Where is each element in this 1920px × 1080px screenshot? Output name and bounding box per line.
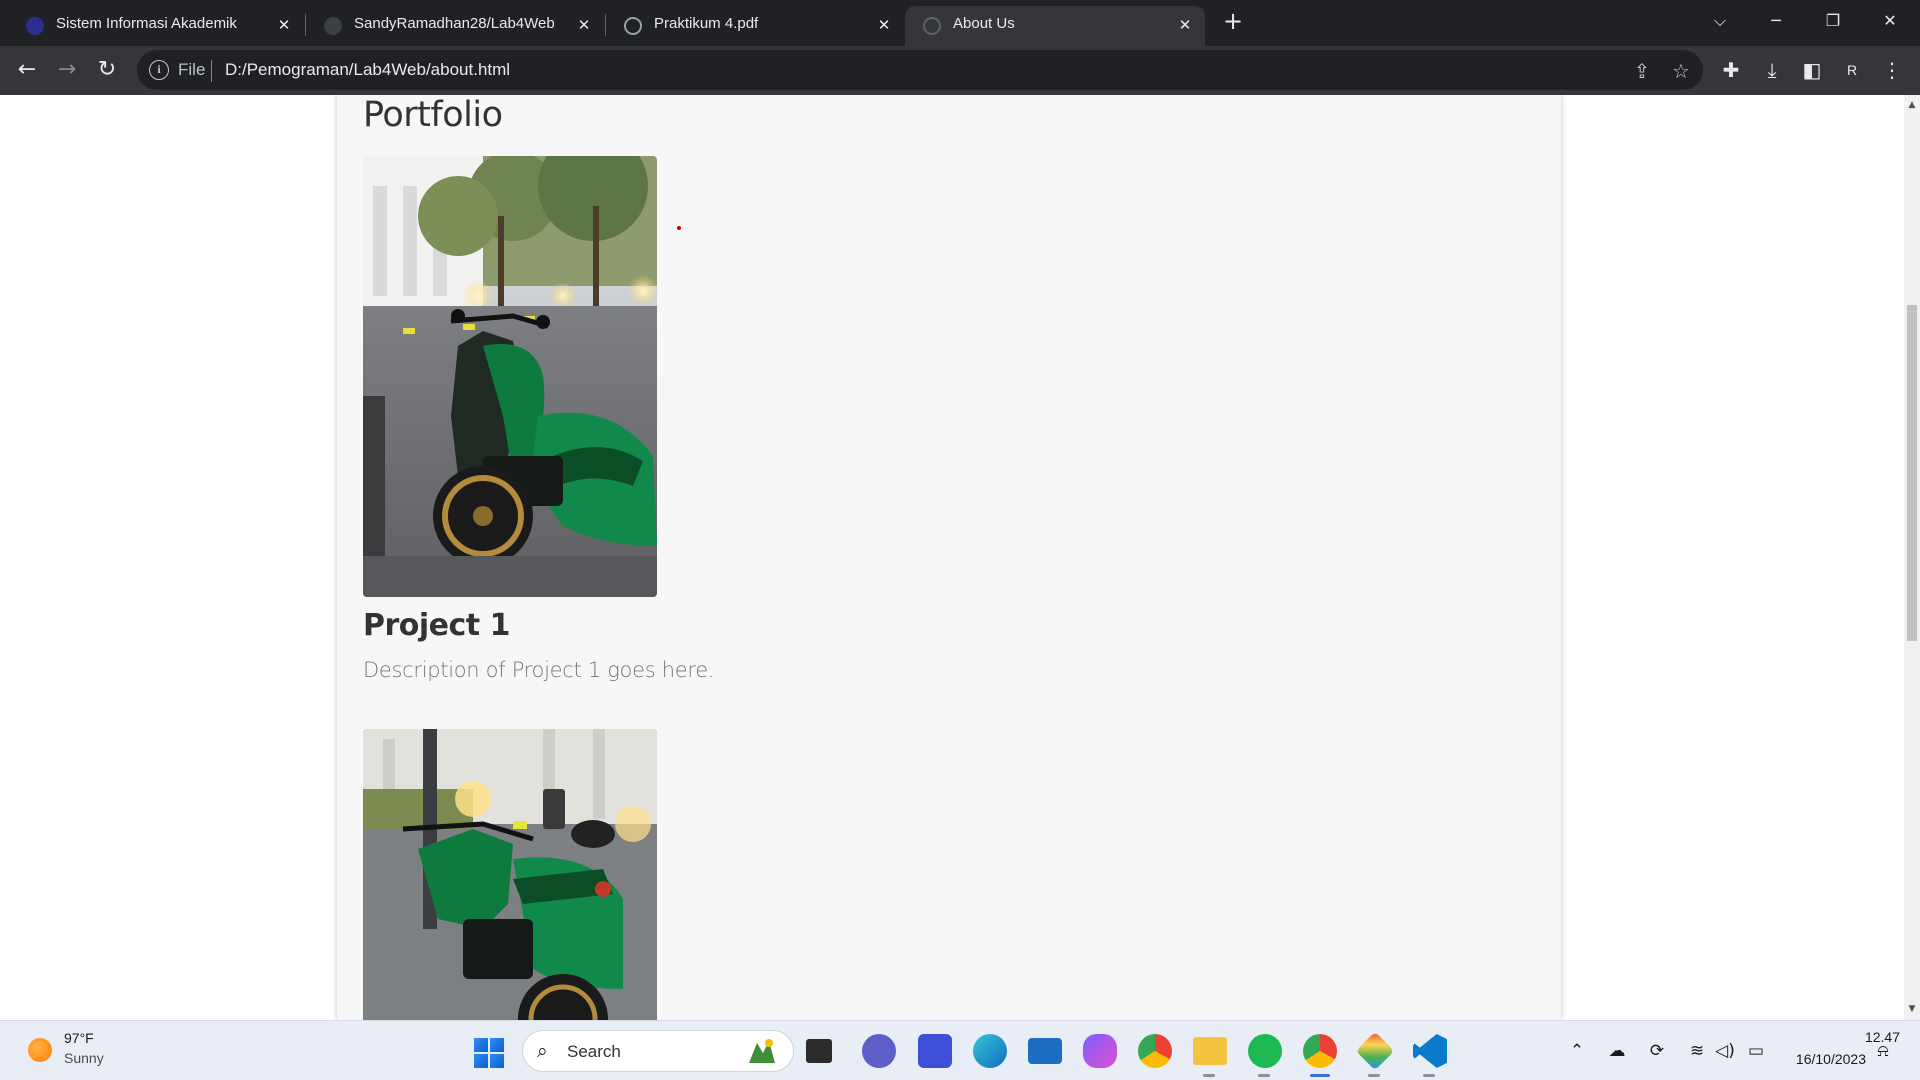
reload-icon[interactable]: ↻ <box>92 55 122 85</box>
project-description: Description of Project 1 goes here. <box>363 658 715 682</box>
address-url[interactable]: D:/Pemograman/Lab4Web/about.html <box>225 60 510 80</box>
spotify-icon[interactable] <box>1248 1034 1282 1068</box>
notification-bell-icon[interactable]: ⍾ <box>1872 1040 1894 1062</box>
back-icon[interactable]: ← <box>12 55 42 85</box>
tab-praktikum-pdf[interactable]: Praktikum 4.pdf ✕ <box>606 6 904 46</box>
portfolio-section: Portfolio Project 1 Description of Proje… <box>337 95 1561 1020</box>
running-indicator <box>1423 1074 1435 1077</box>
minimize-icon[interactable]: ─ <box>1756 6 1796 36</box>
page-title: Portfolio <box>363 95 503 135</box>
close-icon[interactable]: ✕ <box>574 15 594 35</box>
close-icon[interactable]: ✕ <box>1175 15 1195 35</box>
share-icon[interactable]: ⇪ <box>1629 58 1655 84</box>
profile-avatar[interactable]: R <box>1839 57 1865 83</box>
address-bar[interactable]: i File D:/Pemograman/Lab4Web/about.html … <box>137 50 1703 90</box>
scroll-down-arrow-icon[interactable]: ▼ <box>1904 1001 1920 1018</box>
onedrive-cloud-icon[interactable]: ☁ <box>1606 1040 1628 1062</box>
menu-kebab-icon[interactable]: ⋮ <box>1878 56 1906 84</box>
running-indicator <box>1368 1074 1380 1077</box>
tab-search-chevron-icon[interactable]: ⌵ <box>1700 6 1740 36</box>
tray-overflow-chevron-icon[interactable]: ⌃ <box>1566 1040 1588 1062</box>
copilot-icon[interactable] <box>1083 1034 1117 1068</box>
tab-about-us[interactable]: About Us ✕ <box>905 6 1205 46</box>
bookmark-star-icon[interactable]: ☆ <box>1668 58 1694 84</box>
restore-icon[interactable]: ❐ <box>1813 6 1853 36</box>
project-1-image <box>363 156 657 597</box>
sun-icon <box>28 1038 52 1062</box>
window-close-icon[interactable]: ✕ <box>1870 6 1910 36</box>
teams-chat-icon[interactable] <box>862 1034 896 1068</box>
search-icon: ⌕ <box>537 1040 548 1062</box>
wifi-icon[interactable]: ≋ <box>1686 1040 1708 1062</box>
search-highlight-icon <box>749 1039 775 1063</box>
tab-title: About Us <box>953 15 1015 32</box>
tab-github-repo[interactable]: SandyRamadhan28/Lab4Web ✕ <box>306 6 604 46</box>
campus-icon <box>26 17 44 35</box>
info-icon[interactable]: i <box>149 60 169 80</box>
globe-icon <box>624 17 642 35</box>
edge-browser-icon[interactable] <box>973 1034 1007 1068</box>
volume-icon[interactable]: ◁) <box>1714 1040 1736 1062</box>
new-tab-button[interactable]: + <box>1222 8 1244 34</box>
forward-icon[interactable]: → <box>52 55 82 85</box>
windows-taskbar: 97°F Sunny ⌕ Search ⌃ ☁ ⟳ ≋ ◁) ▭ 12.47 1… <box>0 1020 1920 1080</box>
github-icon <box>324 17 342 35</box>
side-panel-icon[interactable]: ◧ <box>1798 56 1826 84</box>
project-2-image <box>363 729 657 1020</box>
project-title: Project 1 <box>363 608 510 643</box>
address-scheme-label: File <box>178 60 206 79</box>
tab-title: Praktikum 4.pdf <box>654 15 759 32</box>
address-divider <box>211 60 212 82</box>
running-indicator <box>1203 1074 1215 1077</box>
weather-condition: Sunny <box>64 1050 104 1066</box>
red-dot-marker <box>677 226 681 230</box>
tab-sistem-informasi-akademik[interactable]: Sistem Informasi Akademik ✕ <box>8 6 304 46</box>
taskbar-search[interactable]: ⌕ Search <box>522 1030 794 1072</box>
download-icon[interactable]: ⤓ <box>1758 56 1786 84</box>
task-view-icon[interactable] <box>806 1039 832 1063</box>
running-indicator <box>1258 1074 1270 1077</box>
tab-title: SandyRamadhan28/Lab4Web <box>354 15 555 32</box>
extensions-icon[interactable]: ✚ <box>1717 56 1745 84</box>
page-viewport: Portfolio Project 1 Description of Proje… <box>0 95 1904 1020</box>
browser-tabstrip: Sistem Informasi Akademik ✕ SandyRamadha… <box>0 0 1920 46</box>
tab-title: Sistem Informasi Akademik <box>56 15 237 32</box>
windows-start-icon[interactable] <box>474 1038 504 1068</box>
scroll-thumb[interactable] <box>1907 305 1917 641</box>
mail-icon[interactable] <box>1028 1038 1062 1064</box>
git-tool-icon[interactable] <box>1355 1031 1395 1071</box>
scroll-up-arrow-icon[interactable]: ▲ <box>1904 97 1920 114</box>
file-explorer-icon[interactable] <box>1193 1037 1227 1065</box>
vscode-icon[interactable] <box>1413 1034 1447 1068</box>
weather-temperature: 97°F <box>64 1030 94 1046</box>
battery-icon[interactable]: ▭ <box>1745 1040 1767 1062</box>
clock-date: 16/10/2023 <box>1795 1051 1866 1067</box>
sync-icon[interactable]: ⟳ <box>1646 1040 1668 1062</box>
search-placeholder: Search <box>567 1042 621 1061</box>
close-icon[interactable]: ✕ <box>874 15 894 35</box>
chrome-icon[interactable] <box>1138 1034 1172 1068</box>
chrome-profile-icon[interactable] <box>1303 1034 1337 1068</box>
globe-icon <box>923 17 941 35</box>
close-icon[interactable]: ✕ <box>274 15 294 35</box>
todo-app-icon[interactable] <box>918 1034 952 1068</box>
active-indicator <box>1310 1074 1330 1077</box>
browser-toolbar: ← → ↻ i File D:/Pemograman/Lab4Web/about… <box>0 46 1920 95</box>
page-scrollbar[interactable]: ▲ ▼ <box>1904 95 1920 1020</box>
